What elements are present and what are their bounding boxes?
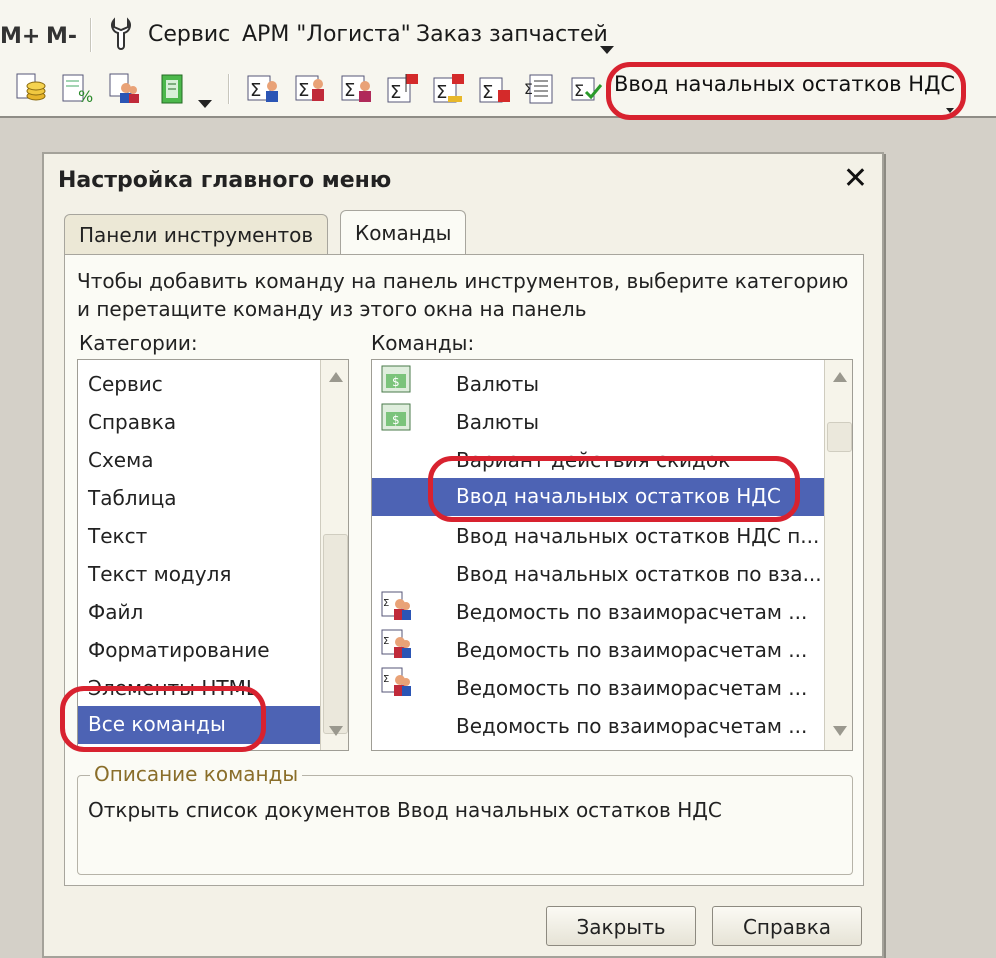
scroll-down-icon[interactable]: [329, 726, 343, 736]
currency-icon: $: [380, 402, 412, 434]
svg-text:Σ: Σ: [574, 81, 584, 100]
svg-text:$: $: [392, 413, 400, 427]
commands-scrollbar[interactable]: [824, 360, 852, 750]
close-icon[interactable]: ✕: [843, 164, 868, 194]
main-menubar: M+ M- Сервис АРМ "Логиста" Заказ запчаст…: [0, 0, 996, 62]
svg-text:Σ: Σ: [383, 636, 389, 647]
svg-text:%: %: [78, 87, 93, 106]
list-item[interactable]: Валюты: [456, 404, 539, 442]
svg-text:$: $: [392, 375, 400, 389]
sigma-check-icon[interactable]: Σ: [570, 72, 604, 106]
memory-plus-button[interactable]: M+: [0, 24, 40, 49]
memory-minus-button[interactable]: M-: [46, 24, 77, 49]
svg-text:Σ: Σ: [298, 80, 309, 101]
people-doc-icon[interactable]: [108, 72, 142, 106]
highlight-oval: [60, 686, 266, 752]
currency-icon: $: [380, 364, 412, 396]
chevron-down-icon[interactable]: [198, 100, 212, 108]
list-item[interactable]: Файл: [88, 594, 143, 632]
commands-list[interactable]: $ Валюты $ Валюты Вариант действия скидо…: [371, 359, 853, 751]
description-text: Открыть список документов Ввод начальных…: [88, 798, 722, 822]
highlight-oval: [606, 62, 966, 120]
doc-percent-icon[interactable]: %: [60, 72, 94, 106]
commands-tab-panel: Чтобы добавить команду на панель инструм…: [64, 254, 864, 886]
list-item[interactable]: Схема: [88, 442, 153, 480]
people-report-icon: Σ: [380, 666, 412, 698]
list-item[interactable]: Форматирование: [88, 632, 270, 670]
sigma-flag-yellow-icon[interactable]: Σ: [432, 72, 466, 106]
dialog-title: Настройка главного меню: [58, 168, 392, 193]
categories-scrollbar[interactable]: [320, 360, 348, 750]
sigma-red-icon[interactable]: Σ: [478, 72, 512, 106]
svg-text:Σ: Σ: [524, 82, 533, 98]
list-item[interactable]: Текст: [88, 518, 147, 556]
green-book-icon[interactable]: [156, 72, 190, 106]
list-item[interactable]: Ввод начальных остатков по вза...: [456, 556, 822, 594]
command-description-group: Описание команды Открыть список документ…: [77, 762, 853, 875]
menu-arm-logista[interactable]: АРМ "Логиста": [242, 22, 411, 47]
sigma-doc-icon[interactable]: Σ: [246, 72, 280, 106]
description-legend: Описание команды: [90, 762, 303, 786]
svg-text:Σ: Σ: [482, 82, 493, 103]
list-item[interactable]: Ввод начальных остатков НДС п...: [456, 518, 819, 556]
svg-text:Σ: Σ: [390, 82, 401, 103]
people-report-icon: Σ: [380, 590, 412, 622]
commands-label: Команды:: [371, 331, 475, 355]
close-button[interactable]: Закрыть: [546, 906, 696, 946]
list-item[interactable]: Ведомость по взаиморасчетам ...: [456, 670, 807, 708]
sigma-doc-red-icon[interactable]: Σ: [340, 72, 374, 106]
list-item[interactable]: Ведомость по взаиморасчетам ...: [456, 708, 807, 746]
people-report-icon: Σ: [380, 628, 412, 660]
svg-text:Σ: Σ: [250, 80, 261, 101]
list-item[interactable]: Текст модуля: [88, 556, 231, 594]
scroll-thumb[interactable]: [323, 534, 348, 734]
main-menu-settings-dialog: Настройка главного меню ✕ Панели инструм…: [42, 152, 884, 958]
coins-doc-icon[interactable]: [14, 72, 48, 106]
sigma-list-icon[interactable]: Σ: [524, 72, 558, 106]
categories-label: Категории:: [79, 331, 198, 355]
list-item[interactable]: Таблица: [88, 480, 176, 518]
list-item[interactable]: Валюты: [456, 366, 539, 404]
svg-text:Σ: Σ: [383, 674, 389, 685]
sigma-flag-icon[interactable]: Σ: [386, 72, 420, 106]
tab-commands[interactable]: Команды: [340, 210, 467, 256]
tab-toolbars[interactable]: Панели инструментов: [64, 214, 329, 254]
instruction-text: Чтобы добавить команду на панель инструм…: [77, 269, 849, 321]
scroll-down-icon[interactable]: [833, 726, 847, 736]
list-item[interactable]: Сервис: [88, 366, 163, 404]
help-button[interactable]: Справка: [712, 906, 862, 946]
scroll-up-icon[interactable]: [329, 372, 343, 382]
chevron-down-icon[interactable]: [600, 46, 614, 54]
scroll-thumb[interactable]: [827, 422, 852, 452]
toolbar-separator: [90, 18, 92, 52]
list-item[interactable]: Справка: [88, 404, 176, 442]
wrench-icon[interactable]: [104, 16, 138, 50]
menu-parts-order[interactable]: Заказ запчастей: [416, 22, 608, 47]
svg-text:Σ: Σ: [436, 82, 447, 103]
list-item[interactable]: Ведомость по взаиморасчетам ...: [456, 594, 807, 632]
list-item[interactable]: Ведомость по взаиморасчетам ...: [456, 632, 807, 670]
svg-text:Σ: Σ: [344, 80, 355, 101]
svg-text:Σ: Σ: [383, 598, 389, 609]
highlight-oval: [428, 456, 800, 522]
scroll-up-icon[interactable]: [833, 372, 847, 382]
sigma-people-icon[interactable]: Σ: [294, 72, 328, 106]
menu-service[interactable]: Сервис: [148, 22, 230, 47]
toolbar-separator: [228, 74, 230, 104]
